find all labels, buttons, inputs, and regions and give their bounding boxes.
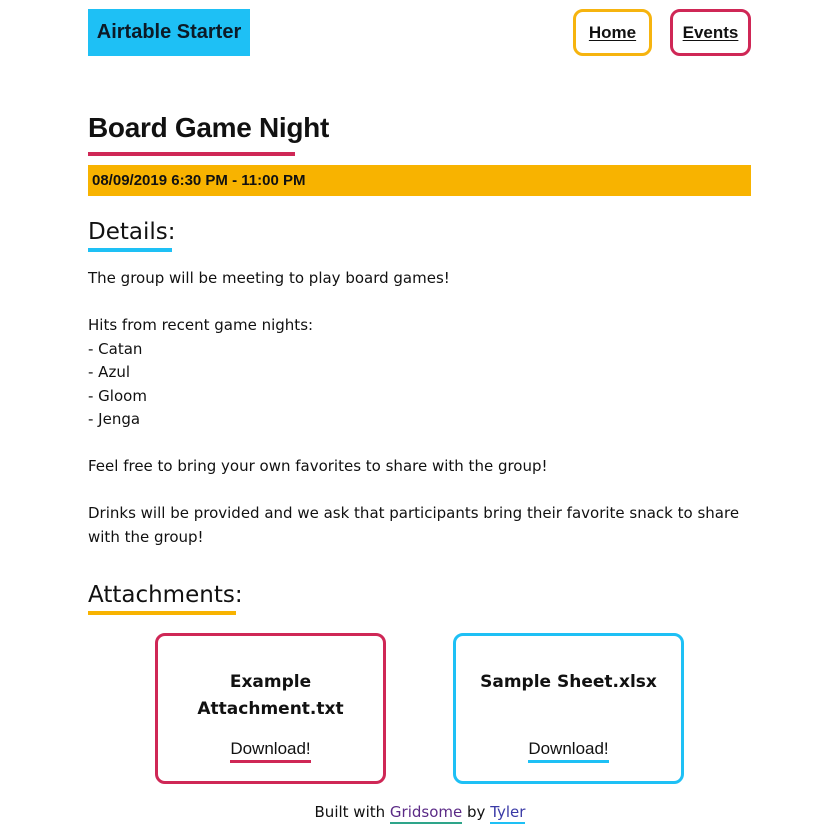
footer-by: by xyxy=(467,803,486,821)
footer: Built with Gridsome by Tyler xyxy=(0,803,840,824)
details-underline xyxy=(88,248,172,252)
author-link[interactable]: Tyler xyxy=(490,803,526,824)
download-link[interactable]: Download! xyxy=(528,739,609,763)
nav-events-link[interactable]: Events xyxy=(670,9,751,56)
nav-home-link[interactable]: Home xyxy=(573,9,652,56)
details-paragraph: Hits from recent game nights: - Catan - … xyxy=(88,316,314,428)
details-paragraph: Drinks will be provided and we ask that … xyxy=(88,504,740,546)
attachments-underline xyxy=(88,611,236,615)
details-body: The group will be meeting to play board … xyxy=(88,267,753,549)
title-underline xyxy=(88,152,295,156)
footer-prefix: Built with xyxy=(314,803,386,821)
gridsome-link[interactable]: Gridsome xyxy=(389,803,463,824)
download-link[interactable]: Download! xyxy=(230,739,311,763)
brand-logo-button[interactable]: Airtable Starter xyxy=(88,9,250,56)
details-paragraph: The group will be meeting to play board … xyxy=(88,269,450,287)
details-heading: Details: xyxy=(88,219,176,245)
attachment-card: Example Attachment.txt Download! xyxy=(155,633,386,784)
details-paragraph: Feel free to bring your own favorites to… xyxy=(88,457,548,475)
attachment-name: Sample Sheet.xlsx xyxy=(480,672,657,692)
attachments-heading: Attachments: xyxy=(88,582,243,608)
event-datetime: 08/09/2019 6:30 PM - 11:00 PM xyxy=(92,172,306,189)
page-title: Board Game Night xyxy=(88,112,330,143)
attachment-card: Sample Sheet.xlsx Download! xyxy=(453,633,684,784)
attachment-name: Example Attachment.txt xyxy=(197,672,344,719)
event-datetime-banner: 08/09/2019 6:30 PM - 11:00 PM xyxy=(88,165,751,196)
